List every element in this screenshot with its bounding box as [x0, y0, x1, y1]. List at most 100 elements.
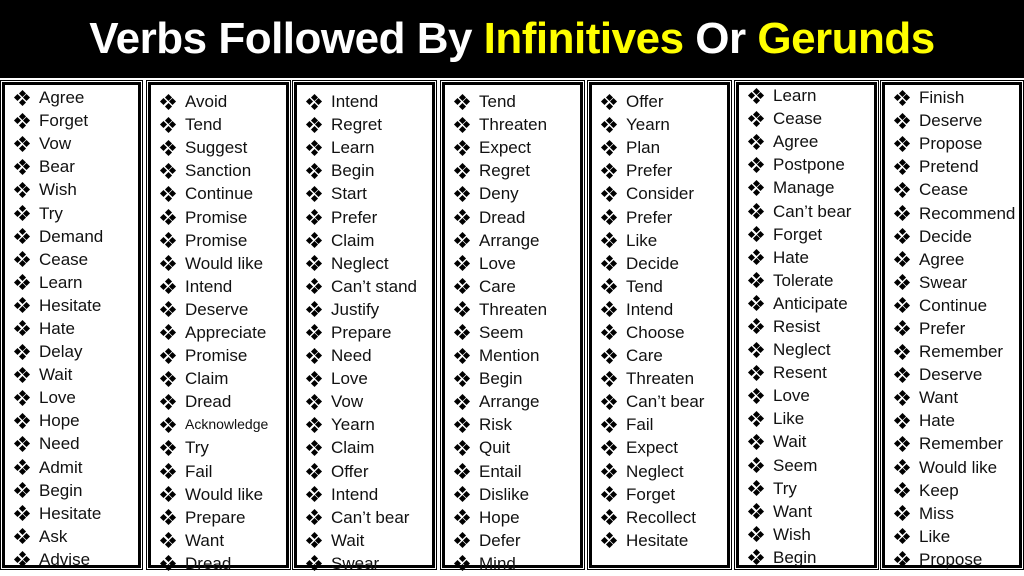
verb-list-item: Tend: [453, 90, 547, 113]
diamond-four-dots-icon: [159, 116, 177, 133]
verb-list-item: Regret: [453, 159, 547, 182]
verb-text: Yearn: [331, 415, 375, 435]
verb-text: Regret: [479, 161, 531, 181]
diamond-four-dots-icon: [600, 393, 618, 410]
verb-list-item: Learn: [13, 271, 103, 294]
diamond-four-dots-icon: [305, 555, 323, 572]
verb-text: Fail: [185, 461, 213, 481]
verb-text: Wish: [773, 524, 811, 544]
verb-list-item: Need: [13, 432, 103, 455]
verb-list-item: Agree: [893, 248, 1015, 271]
diamond-four-dots-icon: [13, 412, 31, 429]
verb-list-item: Consider: [600, 182, 704, 205]
verb-text: Deserve: [919, 365, 983, 385]
verb-list-item: Need: [305, 344, 417, 367]
title-bar: Verbs Followed By Infinitives Or Gerunds: [0, 0, 1024, 78]
verb-list-item: Swear: [305, 552, 417, 575]
verb-text: Promise: [185, 230, 248, 250]
verb-list-item: Love: [305, 367, 417, 390]
verb-list-item: Learn: [305, 136, 417, 159]
verb-text: Neglect: [626, 461, 684, 481]
verb-list-item: Delay: [13, 340, 103, 363]
diamond-four-dots-icon: [600, 255, 618, 272]
diamond-four-dots-icon: [893, 482, 911, 499]
diamond-four-dots-icon: [453, 324, 471, 341]
verb-list-item: Tend: [159, 113, 268, 136]
diamond-four-dots-icon: [600, 116, 618, 133]
verb-list-item: Care: [600, 344, 704, 367]
verb-text: Claim: [331, 438, 375, 458]
diamond-four-dots-icon: [453, 486, 471, 503]
verb-text: Demand: [39, 226, 104, 246]
verb-list-item: Begin: [453, 367, 547, 390]
verb-text: Deny: [479, 184, 519, 204]
verb-text: Prefer: [626, 207, 673, 227]
verb-text: Can’t bear: [626, 392, 705, 412]
diamond-four-dots-icon: [453, 393, 471, 410]
verb-list-item: Risk: [453, 413, 547, 436]
diamond-four-dots-icon: [305, 93, 323, 110]
verb-text: Offer: [626, 92, 664, 112]
verb-text: Manage: [773, 178, 835, 198]
diamond-four-dots-icon: [893, 274, 911, 291]
title-part-verbs-followed-by: Verbs Followed By: [89, 14, 484, 63]
diamond-four-dots-icon: [893, 251, 911, 268]
verb-text: Would like: [919, 457, 998, 477]
diamond-four-dots-icon: [13, 343, 31, 360]
verb-text: Swear: [919, 272, 968, 292]
verb-list-item: Expect: [600, 436, 704, 459]
diamond-four-dots-icon: [893, 343, 911, 360]
verb-list-item: Arrange: [453, 229, 547, 252]
verb-text: Hate: [773, 247, 809, 267]
verb-list-item: Suggest: [159, 136, 268, 159]
verb-list-item: Neglect: [305, 252, 417, 275]
diamond-four-dots-icon: [600, 301, 618, 318]
verb-text: Avoid: [185, 92, 228, 112]
verb-text: Tend: [626, 276, 663, 296]
diamond-four-dots-icon: [893, 459, 911, 476]
diamond-four-dots-icon: [159, 301, 177, 318]
verb-column-2: Avoid Tend Suggest Sanction Continue Promise P…: [146, 80, 291, 573]
verb-list-item: Quit: [453, 436, 547, 459]
verb-text: Begin: [39, 480, 83, 500]
verb-text: Forget: [39, 111, 89, 131]
page-title: Verbs Followed By Infinitives Or Gerunds: [89, 14, 935, 64]
diamond-four-dots-icon: [893, 505, 911, 522]
verb-list-item: Begin: [13, 479, 103, 502]
diamond-four-dots-icon: [747, 433, 765, 450]
diamond-four-dots-icon: [13, 135, 31, 152]
diamond-four-dots-icon: [453, 93, 471, 110]
verb-list-item: Remember: [893, 432, 1015, 455]
title-part-or: Or: [683, 14, 758, 63]
verb-list-item: Wait: [747, 430, 851, 453]
diamond-four-dots-icon: [159, 208, 177, 226]
diamond-four-dots-icon: [600, 486, 618, 503]
diamond-four-dots-icon: [600, 232, 618, 249]
verb-list-item: Threaten: [600, 367, 704, 390]
diamond-four-dots-icon: [747, 341, 765, 358]
verb-list-item: Prepare: [159, 506, 268, 529]
diamond-four-dots-icon: [159, 370, 177, 387]
diamond-four-dots-icon: [305, 139, 323, 156]
diamond-four-dots-icon: [453, 347, 471, 364]
diamond-four-dots-icon: [747, 364, 765, 381]
verb-text: Want: [919, 388, 959, 408]
diamond-four-dots-icon: [600, 208, 618, 226]
verb-list-item: Continue: [893, 294, 1015, 317]
verb-text: Seem: [479, 322, 524, 342]
diamond-four-dots-icon: [305, 532, 323, 549]
diamond-four-dots-icon: [600, 532, 618, 549]
diamond-four-dots-icon: [747, 295, 765, 312]
verb-text: Forget: [626, 484, 676, 504]
diamond-four-dots-icon: [600, 439, 618, 456]
verb-list-item: Would like: [893, 456, 1015, 479]
title-highlight-infinitives: Infinitives: [483, 14, 684, 63]
diamond-four-dots-icon: [747, 272, 765, 289]
diamond-four-dots-icon: [159, 232, 177, 249]
verb-text: Need: [331, 346, 372, 366]
diamond-four-dots-icon: [159, 324, 177, 341]
verb-text: Entail: [479, 461, 522, 481]
diamond-four-dots-icon: [305, 324, 323, 341]
verb-list-item: Prefer: [600, 205, 704, 228]
diamond-four-dots-icon: [305, 278, 323, 295]
